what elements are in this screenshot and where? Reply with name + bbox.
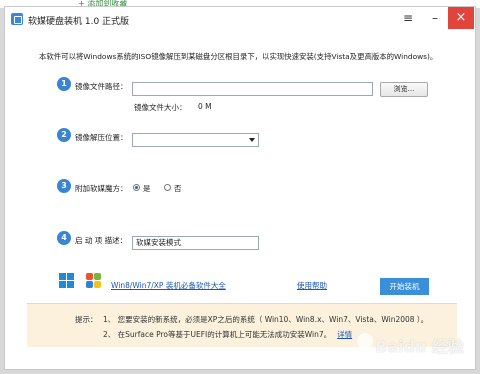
minimize-button[interactable]: – [423,7,447,29]
step-2-badge: 2 [57,128,71,142]
start-install-button[interactable]: 开始装机 [380,278,429,295]
addon-no-text: 否 [174,184,182,193]
image-path-input[interactable] [132,82,373,96]
windows-logo-icon [59,273,75,289]
menu-button[interactable]: ≡ [396,7,420,29]
addon-yes-radio[interactable] [133,184,140,191]
image-path-label: 镜像文件路径： [75,82,128,91]
step-1-badge: 1 [57,77,71,91]
details-link[interactable]: 详情 [337,330,352,339]
browse-button[interactable]: 浏览... [380,82,428,97]
essential-software-link[interactable]: Win8/Win7/XP 装机必备软件大全 [111,280,226,291]
addon-yes-text: 是 [143,184,151,193]
tip-line-1: 1、 您要安装的新系统，必须是XP之后的系统（ Win10、Win8.x、Win… [103,315,429,324]
intro-text: 本软件可以将Windows系统的ISO镜像解压到某磁盘分区根目录下，以实现快速安… [39,52,438,61]
image-size-value: 0 M [198,102,212,111]
boot-desc-label: 启 动 项 描述： [75,236,128,245]
tips-heading: 提示： [75,315,98,324]
addon-no-radio[interactable] [164,184,171,191]
window-title: 软媒硬盘装机 1.0 正式版 [28,17,130,27]
boot-desc-input[interactable]: 软媒安装模式 [132,236,259,250]
step-3-badge: 3 [57,179,71,193]
step-4-badge: 4 [57,231,71,245]
close-button[interactable]: × [448,7,474,29]
image-size-label: 镜像文件大小： [134,103,187,112]
windows-xp-logo-icon [85,273,103,289]
baidu-paw-icon [357,333,373,349]
help-link[interactable]: 使用帮助 [297,280,327,291]
watermark: Baidu 经验 [375,337,464,356]
title-bar: 软媒硬盘装机 1.0 正式版 ≡ – × [5,7,475,31]
extract-location-select[interactable] [132,133,259,147]
watermark-url: jingyan.baidu.com [397,357,462,365]
app-logo-icon [11,13,23,25]
tip-line-2: 2、 在Surface Pro等基于UEFI的计算机上可能无法成功安装Win7。… [103,329,352,340]
tip-line-2-text: 2、 在Surface Pro等基于UEFI的计算机上可能无法成功安装Win7。 [103,330,332,339]
addon-label: 附加软媒魔方： [75,184,128,193]
extract-location-label: 镜像解压位置： [75,133,128,142]
chevron-down-icon [249,138,255,142]
app-window: 软媒硬盘装机 1.0 正式版 ≡ – × 本软件可以将Windows系统的ISO… [4,6,476,370]
